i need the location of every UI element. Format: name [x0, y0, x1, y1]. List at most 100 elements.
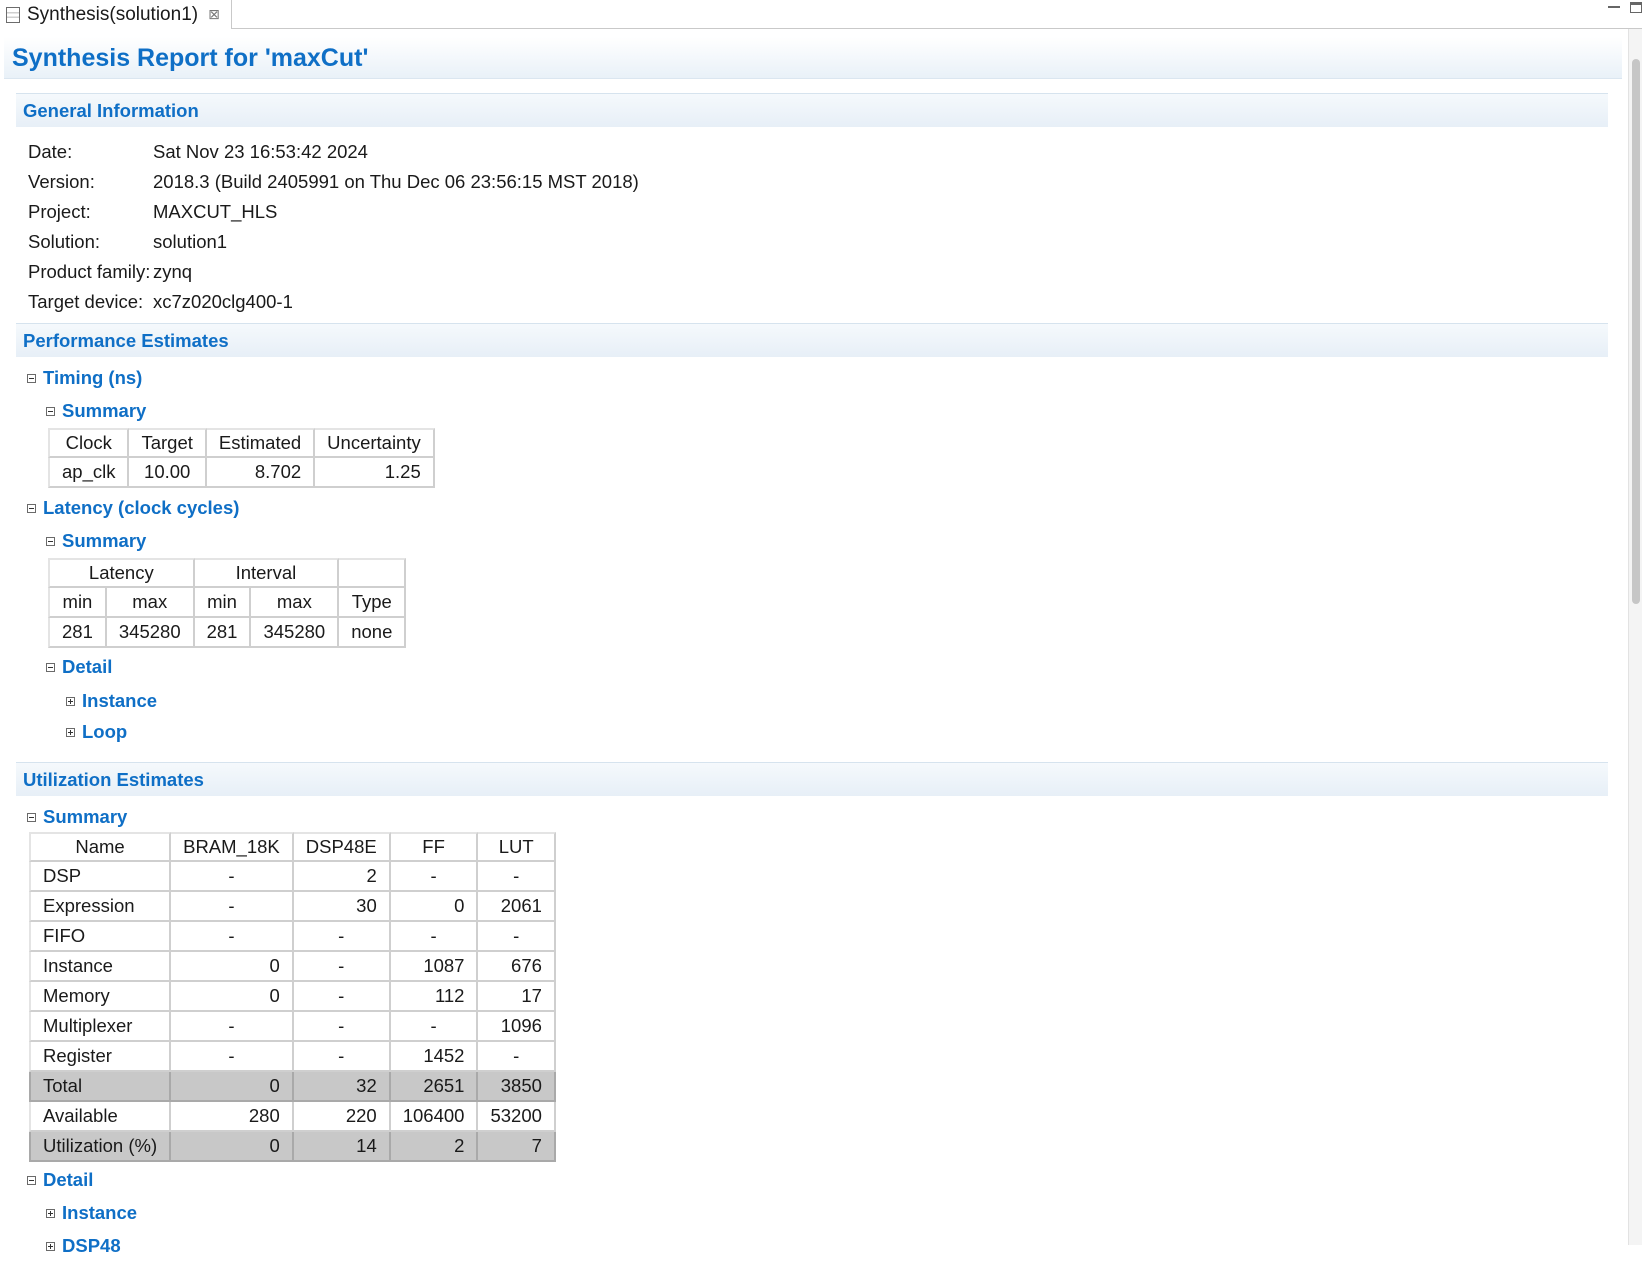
table-cell: 1.25: [315, 458, 435, 488]
column-header: BRAM_18K: [171, 832, 294, 862]
column-header: Target: [129, 428, 207, 458]
tree-node-latency-detail[interactable]: Detail: [46, 652, 1626, 682]
table-row: Utilization (%) 0 14 2 7: [29, 1132, 556, 1162]
tree-node-label: Summary: [62, 400, 147, 421]
tree-node-utilization-detail[interactable]: Detail: [27, 1165, 1626, 1195]
table-cell: 14: [293, 1132, 391, 1162]
collapse-icon[interactable]: [46, 662, 55, 672]
utilization-summary-table: Name BRAM_18K DSP48E FF LUT DSP -2- - Expre…: [29, 832, 556, 1162]
editor-tab-bar: Synthesis(solution1) ⊠: [0, 0, 1642, 29]
tree-node-utilization-dsp48[interactable]: DSP48: [46, 1231, 1626, 1261]
editor-tab-synthesis[interactable]: Synthesis(solution1) ⊠: [0, 0, 232, 29]
collapse-icon[interactable]: [27, 812, 36, 822]
table-cell: 17: [478, 982, 556, 1012]
table-cell: -: [390, 922, 479, 952]
table-cell: -: [390, 1012, 479, 1042]
table-cell: 1096: [478, 1012, 556, 1042]
tree-node-label: Detail: [62, 656, 113, 677]
section-general-information: General Information: [16, 93, 1608, 127]
column-header: Name: [29, 832, 172, 862]
tree-node-latency-summary[interactable]: Summary: [46, 526, 1626, 556]
info-row-project: Project: MAXCUT_HLS: [28, 197, 639, 227]
table-group-header-row: Latency Interval: [48, 558, 407, 588]
editor-tab-title: Synthesis(solution1): [27, 4, 199, 25]
table-cell: 53200: [478, 1102, 556, 1132]
table-cell: 2651: [390, 1072, 479, 1102]
table-cell: -: [171, 922, 294, 952]
table-cell: 0: [171, 1072, 294, 1102]
scrollbar-thumb[interactable]: [1632, 59, 1640, 604]
tree-node-label: DSP48: [62, 1235, 121, 1256]
info-value: xc7z020clg400-1: [153, 291, 293, 312]
table-cell: 32: [293, 1072, 391, 1102]
column-header: max: [251, 588, 340, 618]
table-cell: 2: [390, 1132, 479, 1162]
general-info-table: Date: Sat Nov 23 16:53:42 2024 Version: 20…: [28, 137, 639, 317]
table-cell: -: [171, 1012, 294, 1042]
column-header: LUT: [478, 832, 556, 862]
row-label-cell: Expression: [29, 892, 172, 922]
collapse-icon[interactable]: [27, 1175, 36, 1185]
row-label-cell: Memory: [29, 982, 172, 1012]
expand-icon[interactable]: [46, 1208, 55, 1218]
tree-node-label: Detail: [43, 1169, 94, 1190]
table-row: FIFO - - - -: [29, 922, 556, 952]
table-row: 281 345280 281 345280 none: [48, 618, 407, 648]
table-cell: 10.00: [129, 458, 207, 488]
view-controls: [1608, 2, 1642, 13]
table-row: DSP -2- -: [29, 862, 556, 892]
table-cell: 345280: [106, 618, 195, 648]
row-label-cell: FIFO: [29, 922, 172, 952]
table-cell: -: [171, 862, 294, 892]
table-cell: -: [293, 1012, 391, 1042]
table-header-row: min max min max Type: [48, 588, 407, 618]
column-header: Type: [339, 588, 407, 618]
table-header-row: Name BRAM_18K DSP48E FF LUT: [29, 832, 556, 862]
row-label-cell: Total: [29, 1072, 172, 1102]
maximize-icon[interactable]: [1630, 2, 1642, 13]
column-group-header-empty: [339, 558, 407, 588]
expand-icon[interactable]: [46, 1241, 55, 1251]
report-content: Synthesis Report for 'maxCut' General In…: [0, 29, 1626, 1261]
row-label-cell: Multiplexer: [29, 1012, 172, 1042]
close-icon[interactable]: ⊠: [208, 0, 220, 29]
row-label-cell: DSP: [29, 862, 172, 892]
table-row: Available 280 220 106400 53200: [29, 1102, 556, 1132]
table-cell: 30: [293, 892, 391, 922]
table-cell: 0: [171, 982, 294, 1012]
collapse-icon[interactable]: [27, 503, 36, 513]
expand-icon[interactable]: [66, 727, 75, 737]
table-row: Multiplexer - - -1096: [29, 1012, 556, 1042]
tree-node-latency-loop[interactable]: Loop: [66, 717, 1626, 747]
column-header: min: [48, 588, 107, 618]
tree-node-utilization-summary[interactable]: Summary: [27, 802, 1626, 832]
tree-node-timing-summary[interactable]: Summary: [46, 396, 1626, 426]
minimize-icon[interactable]: [1608, 4, 1620, 8]
tree-node-utilization-instance[interactable]: Instance: [46, 1198, 1626, 1228]
table-cell: -: [293, 952, 391, 982]
expand-icon[interactable]: [66, 696, 75, 706]
table-cell: 8.702: [206, 458, 316, 488]
table-cell: ap_clk: [48, 458, 130, 488]
table-cell: 281: [194, 618, 252, 648]
table-cell: -: [171, 1042, 294, 1072]
tree-node-timing[interactable]: Timing (ns): [27, 363, 1626, 393]
collapse-icon[interactable]: [46, 406, 55, 416]
latency-summary-table: Latency Interval min max min max Type 28…: [48, 558, 407, 648]
table-cell: 345280: [251, 618, 340, 648]
tree-node-latency[interactable]: Latency (clock cycles): [27, 493, 1626, 523]
tree-node-label: Timing (ns): [43, 367, 143, 388]
column-header: max: [106, 588, 195, 618]
table-row: ap_clk 10.00 8.702 1.25: [48, 458, 435, 488]
collapse-icon[interactable]: [46, 536, 55, 546]
vertical-scrollbar[interactable]: [1628, 29, 1642, 1245]
info-row-target-device: Target device: xc7z020clg400-1: [28, 287, 639, 317]
column-header: min: [194, 588, 252, 618]
tree-node-latency-instance[interactable]: Instance: [66, 686, 1626, 716]
info-key: Target device:: [28, 291, 144, 312]
info-key: Date:: [28, 141, 73, 162]
info-row-product-family: Product family: zynq: [28, 257, 639, 287]
collapse-icon[interactable]: [27, 373, 36, 383]
info-value: zynq: [153, 261, 193, 282]
column-header: Estimated: [206, 428, 316, 458]
